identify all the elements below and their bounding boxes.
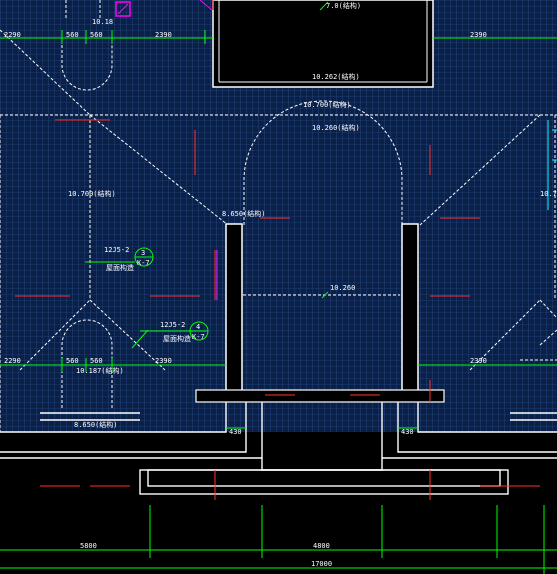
top-left-elev: 10.18 (92, 18, 113, 26)
dim-5800: 5800 (80, 542, 97, 550)
right-wall (401, 223, 419, 395)
detail-1-page: K-7 (137, 259, 150, 267)
elev-low-left: 10.187(结构) (76, 366, 124, 375)
dim-430-right: 430 (401, 428, 414, 436)
elev-8650: 8.650(结构) (222, 209, 266, 218)
detail-2-num: 4 (196, 323, 200, 331)
dim-low-2290: 2290 (4, 357, 21, 365)
dim-4800: 4800 (313, 542, 330, 550)
elev-10700: 10.700(结构) (303, 100, 351, 109)
dim-left-2390: 2390 (155, 31, 172, 39)
elev-10700-right: 10.70 (540, 190, 557, 198)
dim-low-2390-center: 2390 (155, 357, 172, 365)
center-elev: 10.260 (330, 284, 355, 292)
elev-10262: 10.262(结构) (312, 72, 360, 81)
elev-10260: 10.260(结构) (312, 123, 360, 132)
elev-bottom-left: 8.650(结构) (74, 420, 118, 429)
detail-2-page: K-7 (192, 333, 205, 341)
detail-1-note: 屋面构造 (106, 263, 134, 272)
cad-drawing-canvas[interactable]: 10.18 2290 560 560 2390 2390 7.0(结构) 10.… (0, 0, 557, 574)
detail-2-note: 屋面构造 (163, 334, 191, 343)
detail-2-ref: 12J5-2 (160, 321, 185, 329)
dim-right-2390: 2390 (470, 31, 487, 39)
detail-1-num: 3 (141, 249, 145, 257)
dim-left-2290: 2290 (4, 31, 21, 39)
top-center-elev: 7.0(结构) (326, 1, 361, 10)
detail-1-ref: 12J5-2 (104, 246, 129, 254)
roof-plan-drawing: 10.18 2290 560 560 2390 2390 7.0(结构) 10.… (0, 0, 557, 574)
dim-low-2390-right: 2390 (470, 357, 487, 365)
dim-17000: 17000 (311, 560, 332, 568)
dim-left-560-a: 560 (66, 31, 79, 39)
dim-low-560-b: 560 (90, 357, 103, 365)
dim-430-left: 430 (229, 428, 242, 436)
elev-10700-left: 10.700(结构) (68, 189, 116, 198)
dim-left-560-b: 560 (90, 31, 103, 39)
parapet-band (195, 389, 445, 403)
dim-low-560-a: 560 (66, 357, 79, 365)
left-wall (225, 223, 243, 395)
